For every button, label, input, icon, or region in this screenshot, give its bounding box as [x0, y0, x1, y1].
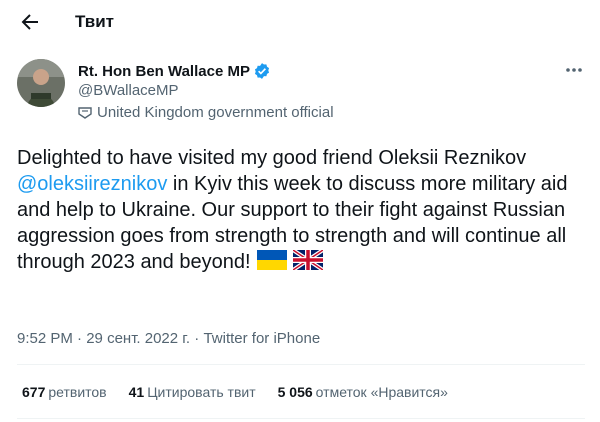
likes-stat[interactable]: 5 056 отметок «Нравится» [278, 384, 448, 400]
retweets-stat[interactable]: 677 ретвитов [22, 384, 107, 400]
ukraine-flag-icon [256, 250, 287, 270]
retweets-label: ретвитов [48, 384, 107, 400]
tweet-source[interactable]: Twitter for iPhone [203, 330, 320, 347]
page-title: Твит [75, 12, 114, 31]
tweet-time[interactable]: 9:52 PM [17, 330, 73, 347]
quotes-count: 41 [128, 384, 145, 400]
mention-link[interactable]: @oleksiireznikov [17, 173, 167, 195]
retweets-count: 677 [22, 384, 46, 400]
tweet-text: Delighted to have visited my good friend… [17, 145, 587, 275]
divider [17, 364, 585, 365]
author-name[interactable]: Rt. Hon Ben Wallace MP [78, 63, 250, 80]
uk-flag-icon [292, 250, 323, 270]
divider [17, 418, 585, 419]
header: Твит [0, 0, 600, 44]
government-building-icon [78, 106, 92, 119]
likes-label: отметок «Нравится» [315, 384, 448, 400]
tweet-date[interactable]: 29 сент. 2022 г. [86, 330, 190, 347]
meta-separator: · [190, 330, 204, 347]
tweet-stats: 677 ретвитов 41 Цитировать твит 5 056 отмет… [22, 384, 470, 400]
author-handle[interactable]: @BWallaceMP [78, 82, 179, 99]
author-name-row: Rt. Hon Ben Wallace MP [78, 62, 271, 80]
avatar[interactable] [17, 59, 65, 107]
verified-badge-icon [254, 63, 270, 79]
meta-separator: · [72, 330, 87, 347]
government-label-text: United Kingdom government official [97, 104, 334, 121]
government-label: United Kingdom government official [78, 104, 334, 121]
tweet-text-part1: Delighted to have visited my good friend… [17, 147, 527, 169]
quotes-stat[interactable]: 41 Цитировать твит [129, 384, 256, 400]
quotes-label: Цитировать твит [147, 384, 256, 400]
likes-count: 5 056 [277, 384, 313, 400]
tweet-meta: 9:52 PM · 29 сент. 2022 г. · Twitter for… [17, 330, 320, 347]
back-arrow-icon[interactable] [18, 10, 42, 34]
more-options-icon[interactable] [563, 60, 585, 80]
